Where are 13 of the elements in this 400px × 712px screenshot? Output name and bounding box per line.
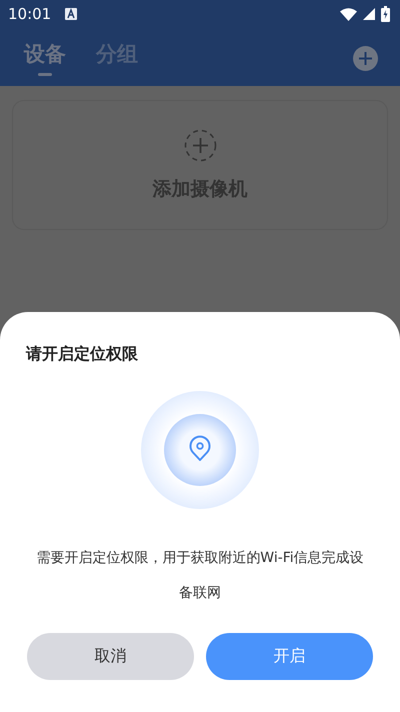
status-time: 10:01 <box>8 5 52 23</box>
battery-charging-icon <box>381 6 390 22</box>
add-icon[interactable] <box>353 46 378 70</box>
location-pin-icon <box>141 391 259 509</box>
cancel-button[interactable]: 取消 <box>27 633 194 680</box>
add-icon <box>184 128 216 162</box>
permission-message: 需要开启定位权限，用于获取附近的Wi-Fi信息完成设备联网 <box>35 549 365 603</box>
notification-icon <box>65 8 78 20</box>
signal-icon <box>363 8 375 20</box>
sheet-title: 请开启定位权限 <box>26 344 139 365</box>
wifi-icon <box>340 8 357 20</box>
tab[interactable]: 设备 <box>22 38 68 78</box>
enable-button[interactable]: 开启 <box>206 633 373 680</box>
